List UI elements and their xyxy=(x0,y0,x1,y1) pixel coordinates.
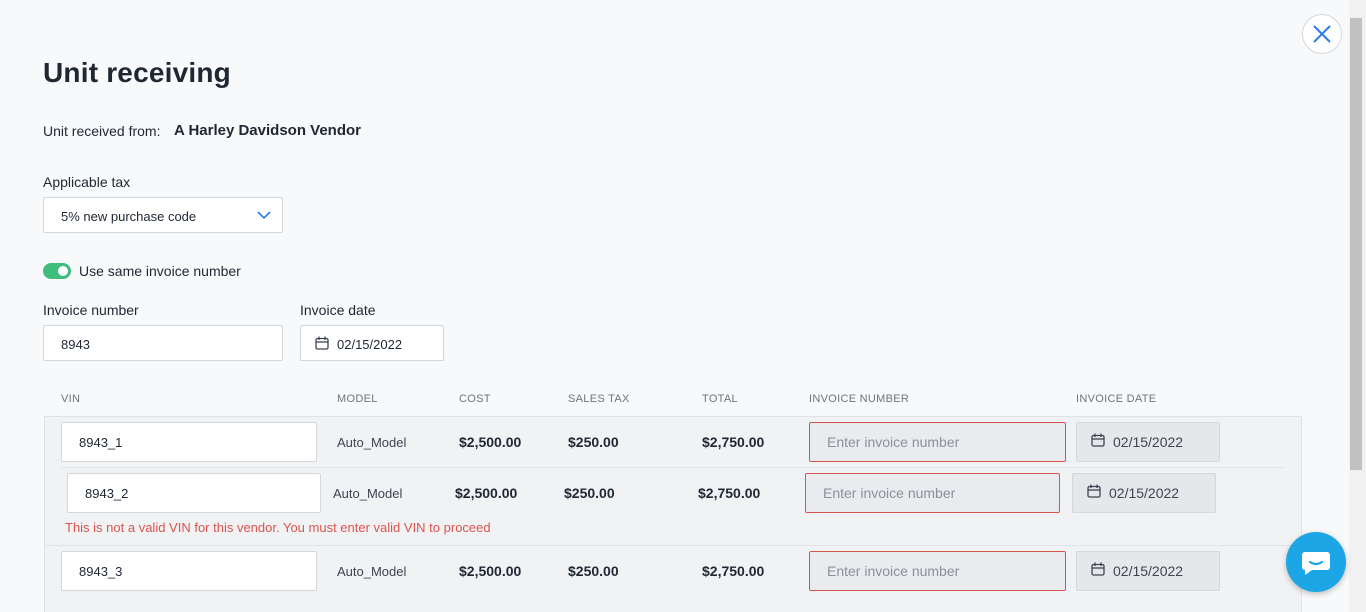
vendor-name: A Harley Davidson Vendor xyxy=(174,122,362,139)
toggle-knob xyxy=(58,266,68,276)
col-header-invoice-number: INVOICE NUMBER xyxy=(809,393,910,405)
tax-select[interactable]: 5% new purchase code xyxy=(43,197,283,233)
invoice-number-label: Invoice number xyxy=(43,302,139,318)
model-cell: Auto_Model xyxy=(333,486,403,501)
vin-error-message: This is not a valid VIN for this vendor.… xyxy=(65,520,491,535)
col-header-invoice-date: INVOICE DATE xyxy=(1076,393,1157,405)
scrollbar-thumb[interactable] xyxy=(1350,18,1362,470)
vin-input[interactable]: 8943_2 xyxy=(67,473,321,513)
row-divider xyxy=(61,467,1284,468)
calendar-icon xyxy=(1091,433,1105,447)
model-cell: Auto_Model xyxy=(337,564,407,579)
row-invoice-date-input[interactable]: 02/15/2022 xyxy=(1072,473,1216,513)
close-icon xyxy=(1313,25,1331,43)
total-cell: $2,750.00 xyxy=(702,563,765,579)
cost-cell: $2,500.00 xyxy=(455,485,518,501)
calendar-icon xyxy=(1091,562,1105,576)
row-invoice-input[interactable]: Enter invoice number xyxy=(809,551,1066,591)
vin-input[interactable]: 8943_3 xyxy=(61,551,317,591)
sales-tax-cell: $250.00 xyxy=(564,485,615,501)
cost-cell: $2,500.00 xyxy=(459,434,522,450)
row-invoice-date-value: 02/15/2022 xyxy=(1109,485,1180,501)
row-invoice-input[interactable]: Enter invoice number xyxy=(809,422,1066,462)
sales-tax-cell: $250.00 xyxy=(568,434,619,450)
invoice-date-value: 02/15/2022 xyxy=(337,337,403,352)
vin-value: 8943_3 xyxy=(79,563,123,579)
same-invoice-label: Use same invoice number xyxy=(79,263,241,279)
row-invoice-date-input[interactable]: 02/15/2022 xyxy=(1076,422,1220,462)
row-invoice-placeholder: Enter invoice number xyxy=(827,563,960,579)
page-title: Unit receiving xyxy=(43,57,231,88)
col-header-cost: COST xyxy=(459,393,491,405)
sales-tax-cell: $250.00 xyxy=(568,563,619,579)
col-header-sales-tax: SALES TAX xyxy=(568,393,630,405)
total-cell: $2,750.00 xyxy=(702,434,765,450)
vin-value: 8943_2 xyxy=(85,485,129,501)
vin-input[interactable]: 8943_1 xyxy=(61,422,317,462)
cost-cell: $2,500.00 xyxy=(459,563,522,579)
chat-icon xyxy=(1302,552,1330,575)
row-invoice-date-value: 02/15/2022 xyxy=(1113,563,1184,579)
col-header-vin: VIN xyxy=(61,393,81,405)
vendor-label: Unit received from: xyxy=(43,123,161,139)
close-button[interactable] xyxy=(1302,14,1342,54)
invoice-number-value: 8943 xyxy=(61,337,90,352)
row-invoice-placeholder: Enter invoice number xyxy=(827,434,960,450)
row-divider xyxy=(45,545,1301,546)
model-cell: Auto_Model xyxy=(337,435,407,450)
tax-label: Applicable tax xyxy=(43,174,131,190)
vin-value: 8943_1 xyxy=(79,434,123,450)
row-invoice-placeholder: Enter invoice number xyxy=(823,485,956,501)
row-invoice-date-input[interactable]: 02/15/2022 xyxy=(1076,551,1220,591)
invoice-number-input[interactable]: 8943 xyxy=(43,325,283,361)
chevron-down-icon xyxy=(257,211,271,220)
row-invoice-date-value: 02/15/2022 xyxy=(1113,434,1184,450)
calendar-icon xyxy=(315,336,329,350)
row-invoice-input[interactable]: Enter invoice number xyxy=(805,473,1060,513)
tax-select-value: 5% new purchase code xyxy=(61,209,197,224)
invoice-date-input[interactable]: 02/15/2022 xyxy=(300,325,444,361)
chat-button[interactable] xyxy=(1286,532,1346,592)
invoice-date-label: Invoice date xyxy=(300,302,376,318)
col-header-total: TOTAL xyxy=(702,393,738,405)
calendar-icon xyxy=(1087,484,1101,498)
same-invoice-toggle[interactable] xyxy=(43,263,71,279)
total-cell: $2,750.00 xyxy=(698,485,761,501)
col-header-model: MODEL xyxy=(337,393,378,405)
